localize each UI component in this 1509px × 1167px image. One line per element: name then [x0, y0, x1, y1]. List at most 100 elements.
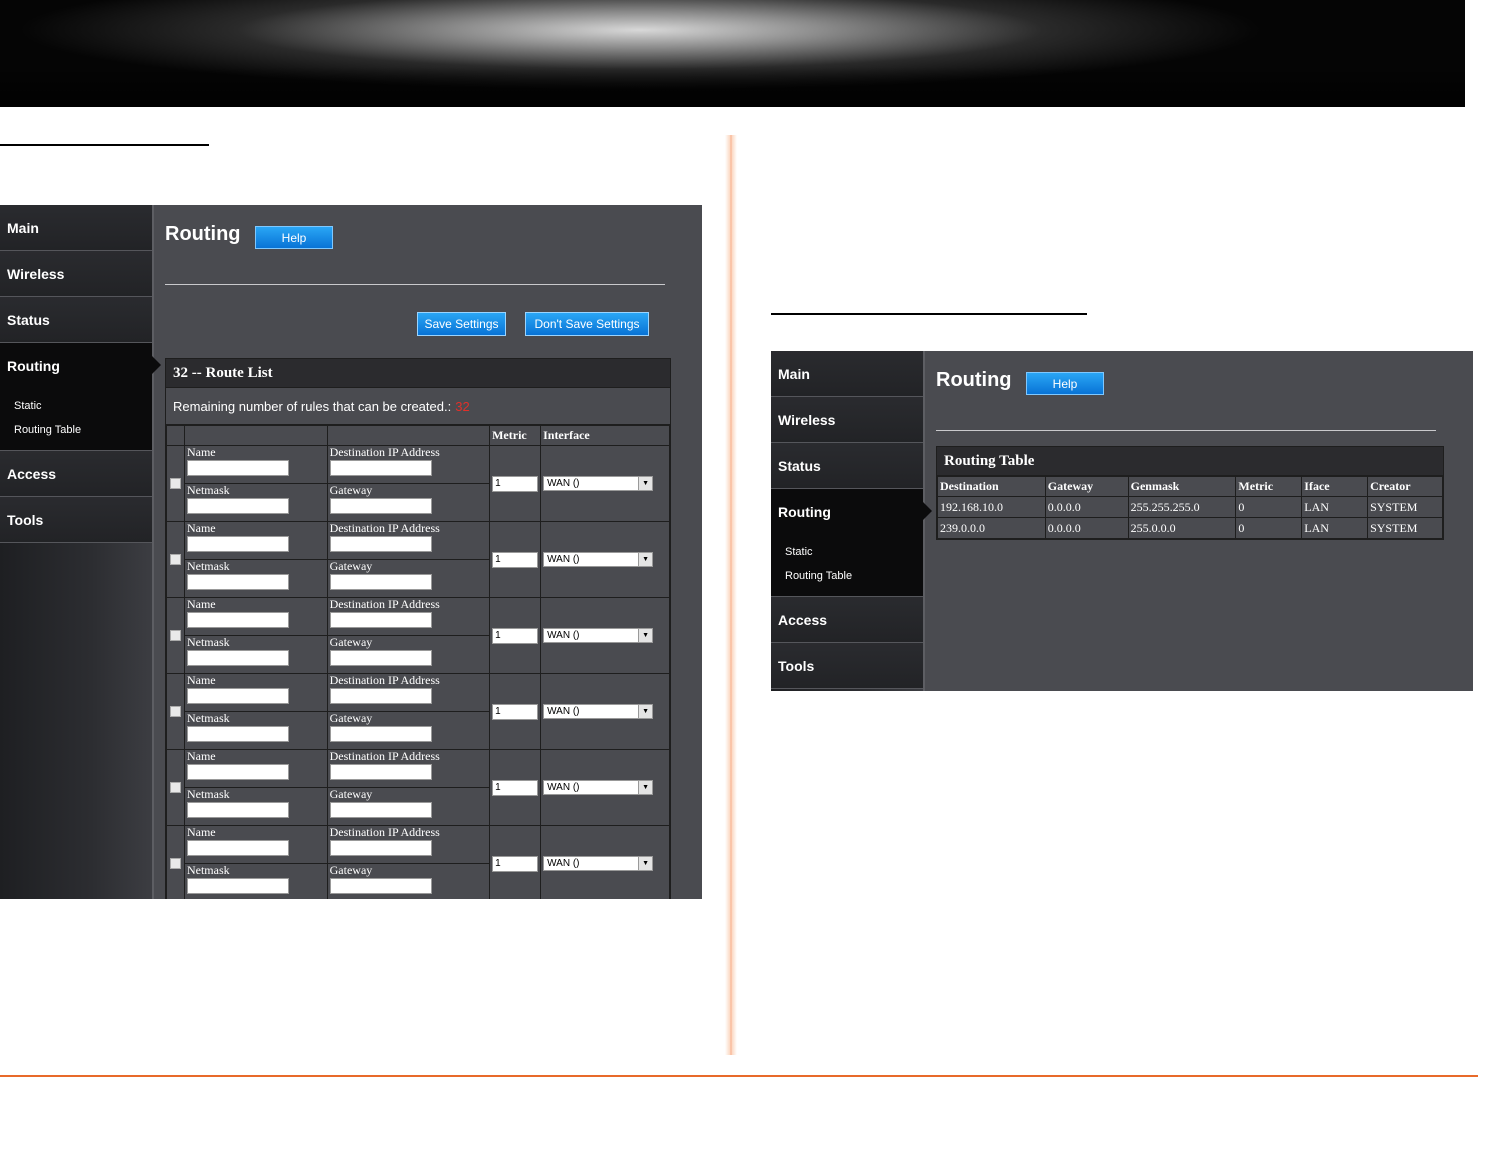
destination-ip-input[interactable] [329, 764, 432, 780]
netmask-input[interactable] [186, 574, 289, 590]
route-name-input[interactable] [186, 764, 289, 780]
interface-cell: WAN () ▼ [540, 749, 670, 826]
interface-select[interactable]: WAN () ▼ [543, 628, 654, 643]
netmask-label: Netmask [186, 787, 230, 801]
name-label: Name [186, 749, 216, 763]
routing-table-column-header: Metric [1235, 476, 1303, 497]
dropdown-arrow-icon[interactable]: ▼ [638, 857, 653, 870]
route-entry-row: Name Destination IP Address 1 WAN () ▼ [166, 597, 670, 674]
route-enable-checkbox[interactable] [169, 782, 181, 793]
route-entry-row: Name Destination IP Address 1 WAN () ▼ [166, 825, 670, 899]
destination-cell: Destination IP Address [326, 521, 491, 560]
destination-ip-input[interactable] [329, 536, 432, 552]
sidebar-item-status[interactable]: Status [0, 297, 152, 343]
netmask-label: Netmask [186, 711, 230, 725]
interface-select[interactable]: WAN () ▼ [543, 552, 654, 567]
destination-ip-input[interactable] [329, 460, 432, 476]
dropdown-arrow-icon[interactable]: ▼ [638, 629, 653, 642]
dropdown-arrow-icon[interactable]: ▼ [638, 705, 653, 718]
route-list-box: 32 -- Route List Remaining number of rul… [165, 358, 671, 899]
destination-cell: Destination IP Address [326, 749, 491, 788]
interface-cell: WAN () ▼ [540, 445, 670, 522]
sidebar-item-access[interactable]: Access [0, 451, 152, 497]
sidebar-item-routing[interactable]: Routing [771, 489, 932, 534]
metric-input[interactable]: 1 [492, 551, 539, 568]
netmask-input[interactable] [186, 498, 289, 514]
metric-input[interactable]: 1 [492, 703, 539, 720]
footer-rule [0, 1075, 1478, 1077]
routing-table-cell: 192.168.10.0 [937, 496, 1046, 518]
dropdown-arrow-icon[interactable]: ▼ [638, 781, 653, 794]
metric-input[interactable]: 1 [492, 855, 539, 872]
sidebar-item-wireless[interactable]: Wireless [0, 251, 152, 297]
interface-select[interactable]: WAN () ▼ [543, 476, 654, 491]
netmask-input[interactable] [186, 726, 289, 742]
destination-ip-input[interactable] [329, 612, 432, 628]
gateway-label: Gateway [329, 559, 373, 573]
metric-input[interactable]: 1 [492, 475, 539, 492]
save-settings-button[interactable]: Save Settings [417, 312, 506, 336]
subnav-item-static[interactable]: Static [785, 540, 923, 564]
metric-input[interactable]: 1 [492, 627, 539, 644]
subnav-item-static[interactable]: Static [14, 394, 152, 418]
destination-cell: Destination IP Address [326, 673, 491, 712]
route-name-input[interactable] [186, 688, 289, 704]
route-enable-checkbox[interactable] [169, 478, 181, 489]
subnav-item-routing-table[interactable]: Routing Table [785, 564, 923, 588]
route-enable-checkbox[interactable] [169, 858, 181, 869]
destination-label: Destination IP Address [329, 521, 440, 535]
netmask-cell: Netmask [183, 711, 328, 750]
netmask-cell: Netmask [183, 483, 328, 522]
interface-select[interactable]: WAN () ▼ [543, 780, 654, 795]
sidebar-item-tools[interactable]: Tools [771, 643, 923, 689]
interface-select[interactable]: WAN () ▼ [543, 856, 654, 871]
gateway-input[interactable] [329, 650, 432, 666]
sidebar-item-main[interactable]: Main [771, 351, 923, 397]
destination-ip-input[interactable] [329, 840, 432, 856]
subnav-item-routing-table[interactable]: Routing Table [14, 418, 152, 442]
sidebar-item-access[interactable]: Access [771, 597, 923, 643]
route-name-input[interactable] [186, 612, 289, 628]
name-cell: Name [183, 673, 328, 712]
destination-label: Destination IP Address [329, 673, 440, 687]
name-cell: Name [183, 749, 328, 788]
routing-table-cell: 0.0.0.0 [1044, 496, 1129, 518]
netmask-input[interactable] [186, 650, 289, 666]
netmask-label: Netmask [186, 483, 230, 497]
routing-table-cell: 0 [1235, 496, 1303, 518]
sidebar-item-main[interactable]: Main [0, 205, 152, 251]
route-name-input[interactable] [186, 460, 289, 476]
netmask-input[interactable] [186, 802, 289, 818]
route-name-input[interactable] [186, 536, 289, 552]
route-enable-checkbox[interactable] [169, 554, 181, 565]
interface-select-value: WAN () [547, 706, 580, 717]
gateway-input[interactable] [329, 726, 432, 742]
route-enable-checkbox[interactable] [169, 706, 181, 717]
route-name-input[interactable] [186, 840, 289, 856]
help-button[interactable]: Help [255, 226, 333, 249]
route-enable-checkbox[interactable] [169, 630, 181, 641]
destination-ip-input[interactable] [329, 688, 432, 704]
sidebar-item-status[interactable]: Status [771, 443, 923, 489]
metric-input[interactable]: 1 [492, 779, 539, 796]
interface-select[interactable]: WAN () ▼ [543, 704, 654, 719]
title-divider [165, 284, 665, 285]
metric-column-header: Metric [489, 425, 542, 446]
netmask-input[interactable] [186, 878, 289, 894]
gateway-input[interactable] [329, 802, 432, 818]
gateway-input[interactable] [329, 498, 432, 514]
dropdown-arrow-icon[interactable]: ▼ [638, 477, 653, 490]
main-content: Routing Help Save Settings Don't Save Se… [165, 205, 702, 899]
help-button[interactable]: Help [1026, 372, 1104, 395]
routing-table-column-header: Creator [1367, 476, 1443, 497]
dont-save-settings-button[interactable]: Don't Save Settings [525, 312, 649, 336]
sidebar-item-tools[interactable]: Tools [0, 497, 152, 543]
route-select-cell [166, 825, 185, 899]
gateway-input[interactable] [329, 574, 432, 590]
dropdown-arrow-icon[interactable]: ▼ [638, 553, 653, 566]
left-section-heading-underline [0, 144, 209, 146]
sidebar-item-routing[interactable]: Routing [0, 343, 161, 388]
sidebar-item-wireless[interactable]: Wireless [771, 397, 923, 443]
route-select-cell [166, 445, 185, 522]
gateway-input[interactable] [329, 878, 432, 894]
